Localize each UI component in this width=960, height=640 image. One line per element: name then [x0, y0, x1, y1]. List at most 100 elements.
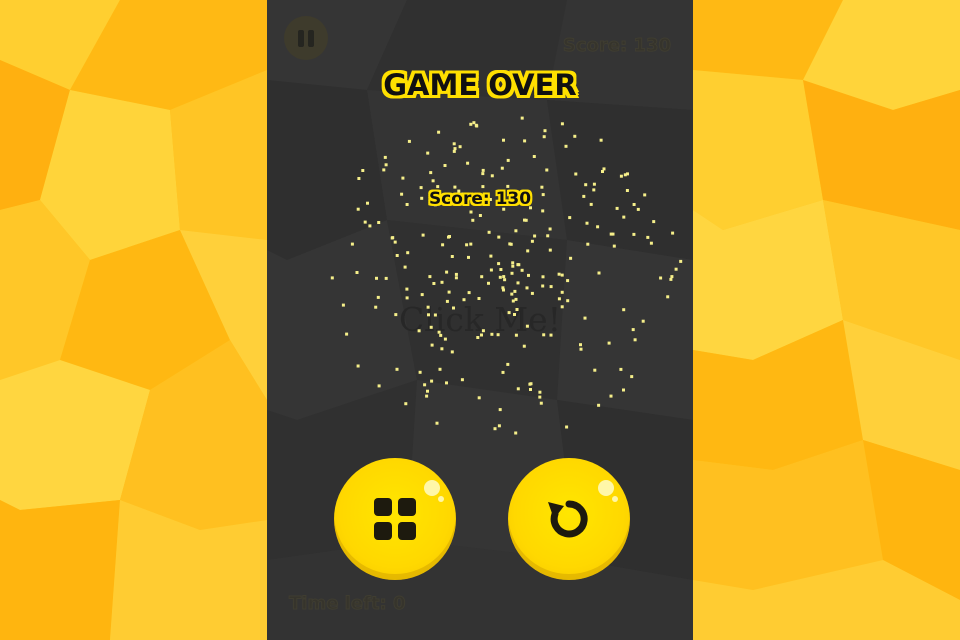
- time-left-label: Time left: 0: [288, 593, 406, 615]
- particle: [506, 362, 510, 366]
- particle: [375, 276, 378, 280]
- particle: [509, 242, 513, 246]
- particle: [541, 275, 545, 279]
- particle: [501, 286, 505, 290]
- particle: [487, 281, 490, 285]
- particle: [510, 271, 514, 275]
- particle: [529, 382, 533, 386]
- particle: [450, 255, 454, 258]
- particle: [516, 281, 520, 285]
- particle: [477, 396, 481, 400]
- particle: [514, 229, 518, 233]
- particle: [426, 151, 430, 155]
- particle: [433, 313, 437, 317]
- particle: [481, 329, 485, 333]
- particle: [669, 277, 673, 281]
- particle: [376, 295, 380, 299]
- particle: [522, 344, 526, 348]
- particle: [633, 338, 637, 342]
- particle: [356, 364, 360, 368]
- particle: [596, 225, 600, 229]
- particle: [377, 384, 381, 388]
- particle: [443, 337, 447, 341]
- particle: [423, 383, 427, 387]
- particle: [514, 297, 518, 301]
- particle: [573, 134, 577, 138]
- particle: [619, 367, 623, 371]
- particle: [516, 387, 520, 391]
- game-stage[interactable]: Score: 130 GAME OVER Click Me! Score: 13…: [267, 0, 693, 640]
- particle: [472, 121, 476, 125]
- particle: [511, 261, 515, 265]
- particle: [592, 182, 596, 186]
- particle: [421, 233, 425, 237]
- particle: [527, 273, 530, 277]
- restart-icon: [548, 500, 588, 538]
- particle: [453, 147, 457, 151]
- button-shine-dot: [438, 496, 444, 502]
- particle: [560, 305, 564, 309]
- particle: [498, 275, 502, 279]
- particle: [583, 316, 587, 320]
- particle: [382, 168, 386, 172]
- particle: [652, 220, 656, 224]
- particle: [586, 242, 590, 246]
- particle: [539, 401, 543, 405]
- particle: [515, 308, 519, 311]
- particle: [513, 313, 516, 316]
- particle: [538, 395, 542, 399]
- particle: [394, 313, 398, 317]
- particle: [465, 243, 469, 247]
- particle: [474, 123, 478, 127]
- particle: [659, 276, 663, 280]
- particle: [511, 299, 515, 303]
- particle: [593, 368, 597, 372]
- particle: [401, 176, 405, 180]
- particle: [607, 341, 611, 345]
- particle: [490, 332, 494, 336]
- right-background-pattern: [693, 0, 960, 640]
- particle: [649, 241, 653, 245]
- particle: [499, 268, 503, 271]
- particle: [430, 379, 434, 383]
- particle: [599, 138, 603, 142]
- particle: [541, 284, 545, 288]
- menu-button[interactable]: [334, 458, 456, 580]
- particle: [630, 375, 634, 379]
- particle: [363, 220, 367, 224]
- particle: [520, 116, 524, 120]
- particle: [496, 333, 500, 337]
- restart-button[interactable]: [508, 458, 630, 580]
- button-shine-dot: [612, 496, 618, 502]
- particle: [440, 347, 444, 351]
- particle: [497, 424, 501, 428]
- particle: [395, 254, 399, 257]
- particle: [407, 139, 411, 143]
- particle: [447, 290, 451, 294]
- particle: [368, 224, 372, 228]
- particle: [631, 328, 635, 332]
- particle: [670, 275, 674, 279]
- particle: [619, 174, 623, 178]
- particle: [420, 293, 424, 297]
- particle: [525, 324, 529, 328]
- particle: [543, 129, 547, 133]
- particle: [431, 179, 435, 183]
- particle: [597, 271, 601, 275]
- particle: [501, 370, 505, 374]
- particle: [445, 381, 448, 385]
- particle: [548, 227, 552, 231]
- particle: [417, 329, 421, 333]
- particle: [511, 264, 515, 268]
- particle: [458, 145, 462, 149]
- particle: [480, 333, 483, 337]
- particle: [350, 242, 354, 246]
- particle: [502, 138, 505, 142]
- particle: [489, 254, 493, 258]
- particle: [437, 330, 441, 334]
- particle: [445, 299, 449, 303]
- particle: [497, 262, 501, 266]
- particle: [478, 214, 482, 217]
- particle: [533, 234, 537, 238]
- particle: [568, 216, 572, 220]
